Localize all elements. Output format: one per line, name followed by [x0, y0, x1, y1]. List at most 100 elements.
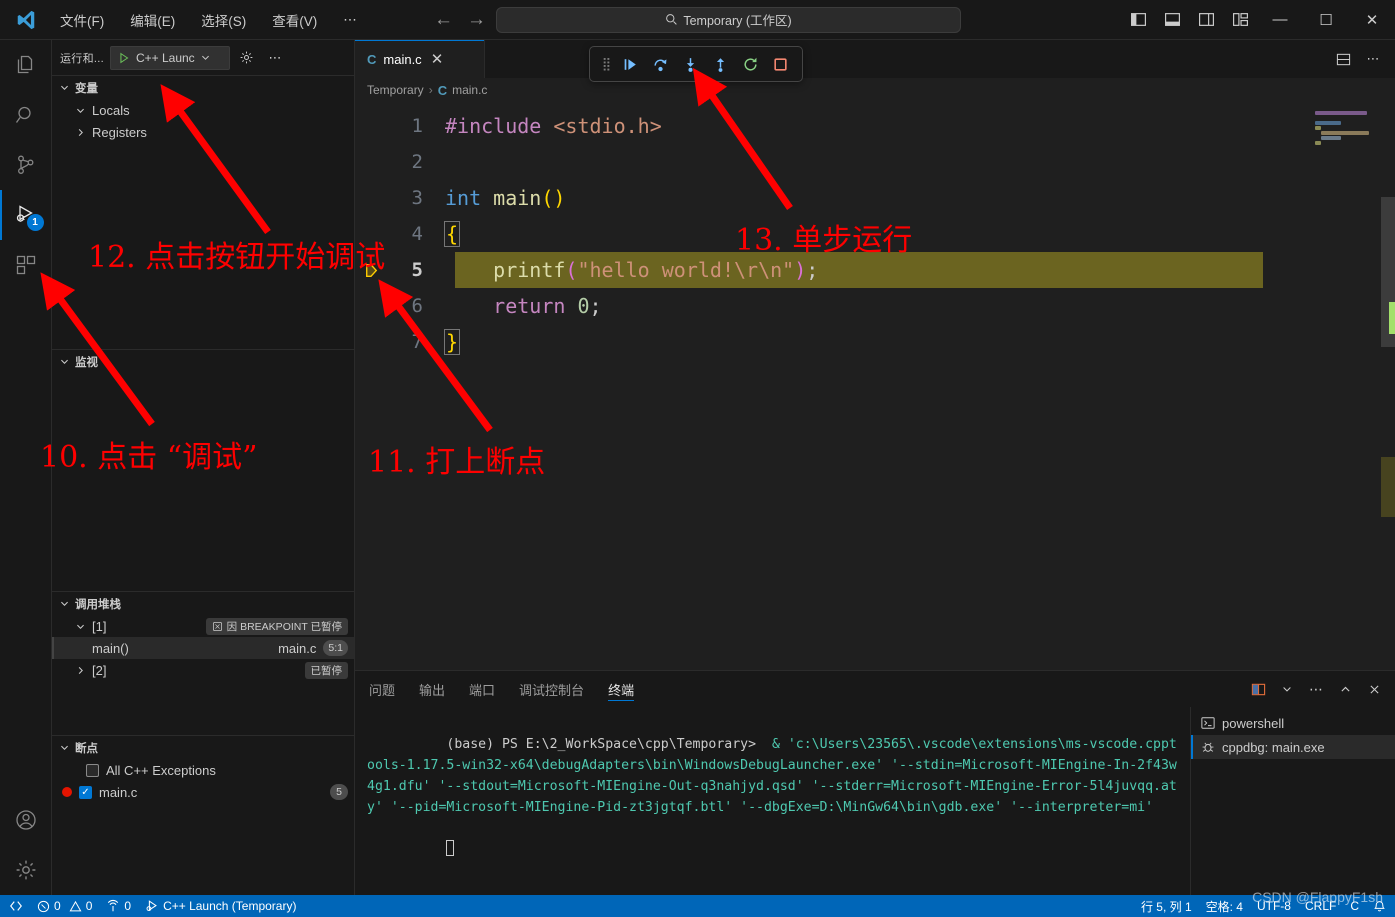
- title-bar: 文件(F) 编辑(E) 选择(S) 查看(V) ⋯ ← → Temporary …: [0, 0, 1395, 40]
- debug-step-out-button[interactable]: [706, 50, 734, 78]
- chevron-down-icon: [56, 596, 72, 612]
- breakpoints-section-header[interactable]: 断点: [52, 736, 354, 759]
- code-lines[interactable]: 1 #include <stdio.h> 2 3 int main() 4 {: [355, 102, 1303, 670]
- window-maximize-button[interactable]: ☐: [1303, 0, 1349, 40]
- terminal-list-item-powershell[interactable]: powershell: [1191, 711, 1395, 735]
- debug-continue-button[interactable]: [616, 50, 644, 78]
- breakpoint-checkbox[interactable]: [86, 763, 99, 777]
- status-encoding[interactable]: UTF-8: [1250, 895, 1298, 917]
- debug-step-over-button[interactable]: [646, 50, 674, 78]
- title-bar-right: — ☐ ✕: [1121, 0, 1395, 39]
- status-problems[interactable]: 0 0: [30, 895, 99, 917]
- editor-tab-mainc[interactable]: C main.c ✕: [355, 40, 485, 78]
- variables-row-registers[interactable]: Registers: [52, 121, 354, 143]
- window-close-button[interactable]: ✕: [1349, 0, 1395, 40]
- code-line-6[interactable]: 6 return 0;: [355, 288, 1303, 324]
- window-minimize-button[interactable]: —: [1257, 0, 1303, 40]
- terminal-output[interactable]: (base) PS E:\2_WorkSpace\cpp\Temporary> …: [355, 707, 1190, 895]
- status-ports[interactable]: 0: [99, 895, 138, 917]
- breakpoint-row-exceptions[interactable]: All C++ Exceptions: [52, 759, 354, 781]
- debug-restart-button[interactable]: [736, 50, 764, 78]
- activity-item-search[interactable]: [0, 90, 52, 140]
- debug-settings-gear-icon[interactable]: [236, 47, 258, 69]
- chevron-down-icon[interactable]: [1274, 676, 1300, 702]
- toggle-panel-icon[interactable]: [1155, 0, 1189, 40]
- stop-icon: [773, 57, 787, 71]
- status-remote-indicator[interactable]: [2, 895, 30, 917]
- panel-tab-problems[interactable]: 问题: [369, 671, 395, 707]
- terminal-icon: [1201, 717, 1215, 729]
- breakpoint-checkbox[interactable]: ✓: [79, 785, 92, 799]
- panel-tab-terminal[interactable]: 终端: [608, 671, 635, 707]
- status-eol[interactable]: CRLF: [1298, 895, 1343, 917]
- activity-item-accounts[interactable]: [0, 795, 52, 845]
- panel-tab-debug-console[interactable]: 调试控制台: [519, 671, 584, 707]
- menu-selection[interactable]: 选择(S): [197, 7, 250, 33]
- code-line-3[interactable]: 3 int main(): [355, 180, 1303, 216]
- split-editor-icon[interactable]: [1329, 45, 1357, 73]
- breakpoint-row-mainc[interactable]: ✓ main.c 5: [52, 781, 354, 803]
- debug-stop-button[interactable]: [766, 50, 794, 78]
- callstack-frame-main[interactable]: main() main.c 5:1: [52, 637, 354, 659]
- code-line-5[interactable]: 5 printf("hello world!\r\n");: [355, 252, 1303, 288]
- line-content-6: return 0;: [493, 294, 602, 318]
- more-actions-icon[interactable]: ⋯: [1359, 45, 1387, 73]
- activity-item-explorer[interactable]: [0, 40, 52, 90]
- status-notifications-bell-icon[interactable]: [1366, 895, 1393, 917]
- chevron-down-icon: [56, 354, 72, 370]
- code-line-1[interactable]: 1 #include <stdio.h>: [355, 108, 1303, 144]
- panel-tab-output[interactable]: 输出: [419, 671, 445, 707]
- maximize-panel-icon[interactable]: [1332, 676, 1358, 702]
- close-panel-icon[interactable]: [1361, 676, 1387, 702]
- menu-more[interactable]: ⋯: [339, 9, 361, 31]
- code-line-2[interactable]: 2: [355, 144, 1303, 180]
- callstack-section-header[interactable]: 调用堆栈: [52, 592, 354, 615]
- sidebar-more-actions-icon[interactable]: ⋯: [264, 47, 286, 69]
- chevron-right-icon: [72, 124, 88, 140]
- step-into-icon: [686, 57, 694, 72]
- callstack-thread-1[interactable]: [1] 因 BREAKPOINT 已暂停: [52, 615, 354, 637]
- split-terminal-icon[interactable]: [1245, 676, 1271, 702]
- watch-section-header[interactable]: 监视: [52, 350, 354, 373]
- quick-input-search-box[interactable]: Temporary (工作区): [496, 6, 961, 33]
- run-debug-badge: 1: [26, 214, 44, 231]
- drag-handle-icon[interactable]: ⣿: [598, 56, 614, 72]
- menu-file[interactable]: 文件(F): [56, 7, 108, 33]
- variables-section: 变量 Locals Registers: [52, 75, 354, 349]
- activity-item-source-control[interactable]: [0, 140, 52, 190]
- variables-row-locals[interactable]: Locals: [52, 99, 354, 121]
- launch-configuration-select[interactable]: C++ Launc: [109, 45, 230, 70]
- debug-step-into-button[interactable]: [676, 50, 704, 78]
- menu-view[interactable]: 查看(V): [268, 7, 321, 33]
- terminal-list-item-cppdbg[interactable]: cppdbg: main.exe: [1191, 735, 1395, 759]
- close-icon[interactable]: ✕: [429, 52, 446, 67]
- line-number: 2: [411, 151, 423, 173]
- callstack-thread-2[interactable]: [2] 已暂停: [52, 659, 354, 681]
- code-line-4[interactable]: 4 {: [355, 216, 1303, 252]
- toggle-secondary-sidebar-icon[interactable]: [1189, 0, 1223, 40]
- status-debug-configuration[interactable]: C++ Launch (Temporary): [138, 895, 303, 917]
- status-indentation[interactable]: 空格: 4: [1199, 895, 1250, 917]
- back-arrow-icon[interactable]: ←: [434, 9, 453, 31]
- activity-item-extensions[interactable]: [0, 240, 52, 290]
- customize-layout-icon[interactable]: [1223, 0, 1257, 40]
- debug-bug-icon: [1202, 742, 1214, 752]
- editor-scrollbar-decoration: [1389, 302, 1395, 334]
- status-cursor-position[interactable]: 行 5, 列 1: [1134, 895, 1199, 917]
- toggle-primary-sidebar-icon[interactable]: [1121, 0, 1155, 40]
- minimap[interactable]: [1303, 102, 1395, 670]
- status-language-mode[interactable]: C: [1343, 895, 1366, 917]
- activity-item-run-and-debug[interactable]: 1: [0, 190, 52, 240]
- panel-more-icon[interactable]: ⋯: [1303, 676, 1329, 702]
- minimap-line: [1315, 141, 1321, 145]
- breadcrumb-file[interactable]: main.c: [452, 83, 487, 97]
- code-line-7[interactable]: 7 }: [355, 324, 1303, 360]
- panel-tab-ports[interactable]: 端口: [469, 671, 495, 707]
- gutter-5-breakpoint-arrow[interactable]: [355, 262, 387, 279]
- forward-arrow-icon[interactable]: →: [467, 9, 486, 31]
- variables-section-header[interactable]: 变量: [52, 76, 354, 99]
- editor-actions: ⋯: [1329, 40, 1395, 78]
- activity-item-settings[interactable]: [0, 845, 52, 895]
- menu-edit[interactable]: 编辑(E): [126, 7, 179, 33]
- breadcrumb-root[interactable]: Temporary: [367, 83, 424, 97]
